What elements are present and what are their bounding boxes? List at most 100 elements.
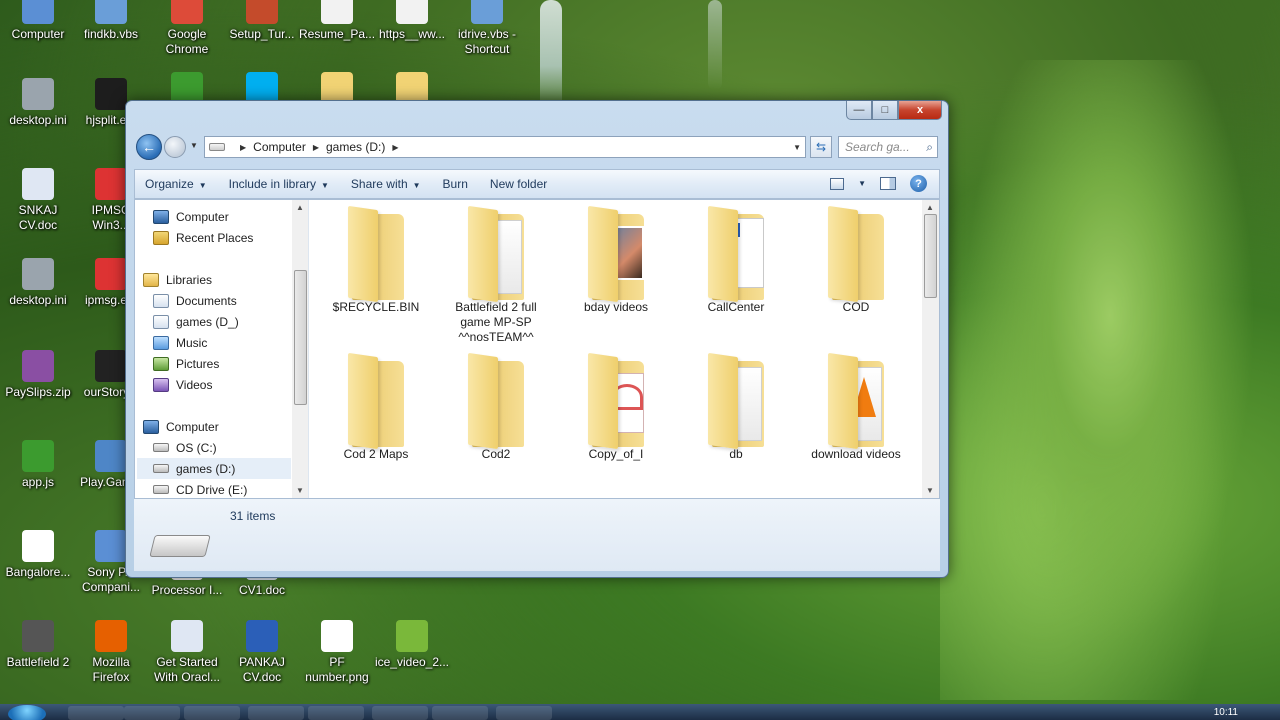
new-folder-button[interactable]: New folder — [490, 177, 547, 191]
file-scroll-thumb[interactable] — [924, 214, 937, 298]
folder-icon — [828, 205, 884, 303]
sidebar-item[interactable]: Music — [153, 332, 207, 353]
scroll-down-icon[interactable]: ▼ — [296, 486, 304, 495]
desktop-icon[interactable]: findkb.vbs — [73, 0, 149, 42]
desktop-icon[interactable]: Mozilla Firefox — [73, 620, 149, 685]
sidebar-item-label: Computer — [166, 419, 219, 434]
desktop-icon[interactable]: app.js — [0, 440, 76, 490]
organize-button[interactable]: Organize ▼ — [145, 177, 207, 191]
help-icon[interactable]: ? — [910, 175, 927, 192]
desktop-icon[interactable]: Bangalore... — [0, 530, 76, 580]
desktop-icon[interactable]: ice_video_2... — [374, 620, 450, 670]
desktop-icon[interactable]: Resume_Pa... — [299, 0, 375, 42]
sidebar-item[interactable]: Pictures — [153, 353, 219, 374]
folder-item[interactable]: Cod 2 Maps — [321, 352, 431, 462]
folder-item[interactable]: $RECYCLE.BIN — [321, 205, 431, 315]
scroll-up-icon[interactable]: ▲ — [296, 203, 304, 212]
ipmsg-icon — [95, 258, 127, 290]
taskbar-ie-button[interactable] — [248, 706, 304, 720]
desktop-icon[interactable]: PF number.png — [299, 620, 375, 685]
desktop-icon[interactable]: Computer — [0, 0, 76, 42]
taskbar-skype-button[interactable] — [432, 706, 488, 720]
desktop-icon-label: PF number.png — [305, 655, 369, 684]
search-icon[interactable]: ⌕ — [926, 140, 933, 155]
folder-item[interactable]: db — [681, 352, 791, 462]
script-icon — [471, 0, 503, 24]
maximize-button[interactable]: □ — [872, 101, 898, 120]
file-scrollbar[interactable]: ▲ ▼ — [922, 200, 939, 498]
folder-label: Battlefield 2 full game MP-SP ^^nosTEAM^… — [455, 300, 537, 344]
desktop-icon[interactable]: Google Chrome — [149, 0, 225, 57]
start-button[interactable] — [8, 705, 46, 720]
folder-item[interactable]: Cod2 — [441, 352, 551, 462]
sidebar-item[interactable]: Libraries — [143, 269, 212, 290]
folder-item[interactable]: CallCenter — [681, 205, 791, 315]
desktop-icon-label: desktop.ini — [9, 293, 67, 307]
desktop-icon[interactable]: desktop.ini — [0, 258, 76, 308]
minimize-button[interactable]: — — [846, 101, 872, 120]
chevron-right-icon[interactable]: ▶ — [392, 143, 398, 152]
sidebar-item[interactable]: games (D:) — [137, 458, 291, 479]
breadcrumb-games[interactable]: games (D:) — [326, 140, 385, 154]
taskbar-app-button[interactable] — [372, 706, 428, 720]
nav-scrollbar[interactable]: ▲ ▼ — [292, 200, 308, 498]
taskbar-explorer-button[interactable] — [124, 706, 180, 720]
sidebar-item[interactable]: OS (C:) — [153, 437, 217, 458]
share-with-button[interactable]: Share with ▼ — [351, 177, 421, 191]
battlefield-icon — [22, 620, 54, 652]
include-in-library-button[interactable]: Include in library ▼ — [229, 177, 329, 191]
sidebar-item[interactable]: Computer — [143, 416, 219, 437]
sidebar-item[interactable]: Computer — [153, 206, 229, 227]
sidebar-item[interactable]: CD Drive (E:) — [153, 479, 247, 498]
address-dropdown[interactable]: ▼ — [793, 143, 801, 152]
chevron-right-icon[interactable]: ▶ — [313, 143, 319, 152]
winrar-icon — [22, 350, 54, 382]
sidebar-item[interactable]: Recent Places — [153, 227, 253, 248]
desktop-icon[interactable]: https__ww... — [374, 0, 450, 42]
desktop-icon-label: PaySlips.zip — [5, 385, 71, 399]
scroll-down-icon[interactable]: ▼ — [926, 486, 934, 495]
views-icon[interactable] — [830, 177, 845, 190]
scroll-up-icon[interactable]: ▲ — [926, 203, 934, 212]
clock[interactable]: 10:11 — [1214, 707, 1238, 718]
toolbar-right: ▼ ? — [830, 175, 927, 192]
folder-icon — [588, 352, 644, 450]
search-input[interactable]: Search ga... ⌕ — [838, 136, 938, 158]
taskbar-media-button[interactable] — [184, 706, 240, 720]
sidebar-item[interactable]: Videos — [153, 374, 212, 395]
back-button[interactable]: ← — [136, 134, 162, 160]
desktop-icon[interactable]: PaySlips.zip — [0, 350, 76, 400]
close-button[interactable]: x — [898, 101, 942, 120]
taskbar-recorder-button[interactable] — [496, 706, 552, 720]
burn-button[interactable]: Burn — [443, 177, 468, 191]
desktop-icon-label: CV1.doc — [238, 583, 286, 597]
desktop-icon[interactable]: Get Started With Oracl... — [149, 620, 225, 685]
taskbar-firefox-button[interactable] — [308, 706, 364, 720]
breadcrumb-computer[interactable]: Computer — [253, 140, 306, 154]
folder-item[interactable]: download videos — [801, 352, 911, 462]
folder-item[interactable]: Battlefield 2 full game MP-SP ^^nosTEAM^… — [441, 205, 551, 345]
word-doc-icon — [246, 620, 278, 652]
forward-button[interactable] — [164, 136, 186, 158]
address-bar[interactable]: ▶ Computer ▶ games (D:) ▶ ▼ — [204, 136, 806, 158]
desktop-icon[interactable]: PANKAJ CV.doc — [224, 620, 300, 685]
caret-down-icon[interactable]: ▼ — [858, 179, 866, 188]
desktop-icon[interactable]: desktop.ini — [0, 78, 76, 128]
sidebar-item[interactable]: games (D_) — [153, 311, 239, 332]
taskbar-chrome-button[interactable] — [68, 706, 124, 720]
desktop-icon-label: Google Chrome — [165, 27, 209, 56]
nav-scroll-thumb[interactable] — [294, 270, 307, 405]
refresh-button[interactable]: ⇆ — [810, 136, 832, 158]
desktop-icon[interactable]: idrive.vbs - Shortcut — [449, 0, 525, 57]
desktop-icon[interactable]: Setup_Tur... — [224, 0, 300, 42]
folder-item[interactable]: Copy_of_I — [561, 352, 671, 462]
recent-pages-dropdown[interactable]: ▼ — [190, 141, 198, 150]
chevron-right-icon[interactable]: ▶ — [240, 143, 246, 152]
desktop-icon[interactable]: SNKAJ CV.doc — [0, 168, 76, 233]
sidebar-item[interactable]: Documents — [153, 290, 237, 311]
sidebar-item-label: OS (C:) — [176, 440, 217, 455]
folder-item[interactable]: COD — [801, 205, 911, 315]
desktop-icon[interactable]: Battlefield 2 — [0, 620, 76, 670]
preview-pane-icon[interactable] — [880, 177, 896, 190]
folder-item[interactable]: bday videos — [561, 205, 671, 315]
